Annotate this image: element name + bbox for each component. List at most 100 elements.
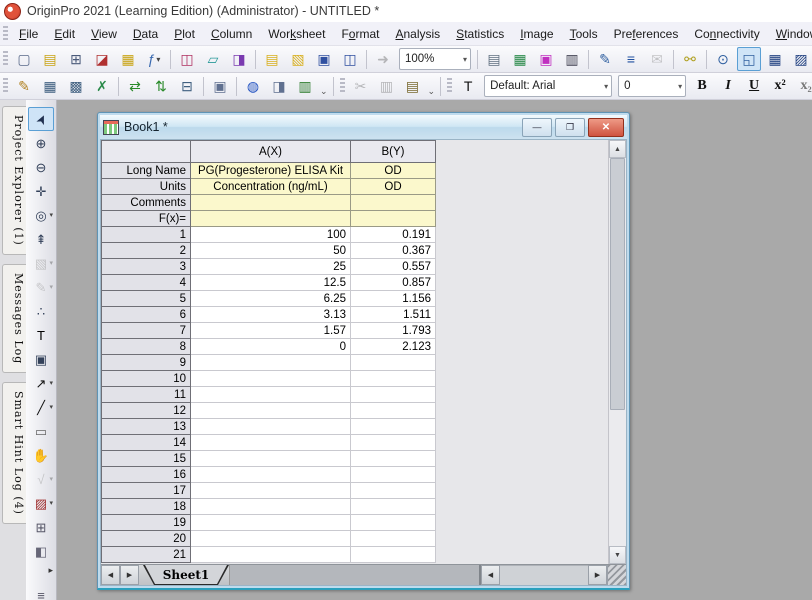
cell-b[interactable]: 1.793 — [351, 323, 436, 339]
cell-b[interactable]: 2.123 — [351, 339, 436, 355]
image-mode-icon[interactable]: ▣ — [534, 47, 558, 71]
menu-tools[interactable]: Tools — [562, 24, 606, 44]
arrow-tool-icon[interactable]: ↗▾ — [28, 371, 54, 395]
new-workbook-icon[interactable]: ⊞ — [64, 47, 88, 71]
print-icon[interactable]: ▤ — [482, 47, 506, 71]
new-project-icon[interactable]: ▢ — [12, 47, 36, 71]
tab-scroll-right-icon[interactable]: ▶ — [120, 565, 139, 585]
meta-cell-a[interactable]: Concentration (ng/mL) — [191, 179, 351, 195]
cell-b[interactable]: 0.191 — [351, 227, 436, 243]
tab-messages-log[interactable]: Messages Log — [2, 264, 26, 373]
row-number[interactable]: 19 — [102, 515, 191, 531]
data-reader-icon[interactable]: ◎▾ — [28, 203, 54, 227]
cell-a[interactable]: 3.13 — [191, 307, 351, 323]
cell-a[interactable] — [191, 451, 351, 467]
row-number[interactable]: 7 — [102, 323, 191, 339]
cell-a[interactable] — [191, 467, 351, 483]
line-tool-icon[interactable]: ╱▾ — [28, 395, 54, 419]
duplicate-book-icon[interactable]: ▣ — [208, 74, 232, 98]
cell-b[interactable] — [351, 387, 436, 403]
insert-graph-icon[interactable]: ▨▾ — [28, 491, 54, 515]
row-number[interactable]: 15 — [102, 451, 191, 467]
column-header-b[interactable]: B(Y) — [351, 141, 436, 163]
row-label[interactable]: F(x)= — [102, 211, 191, 227]
sheet1-tab[interactable]: Sheet1 — [143, 565, 229, 585]
row-number[interactable]: 5 — [102, 291, 191, 307]
new-graph-icon[interactable]: ◪ — [90, 47, 114, 71]
row-number[interactable]: 18 — [102, 499, 191, 515]
screen-reader-icon[interactable]: ✛ — [28, 179, 54, 203]
menu-column[interactable]: Column — [203, 24, 260, 44]
toolbar-overflow-icon[interactable]: ⌄ — [320, 86, 328, 99]
layout-lines-icon[interactable]: ≡ — [619, 47, 643, 71]
underline-button[interactable]: U — [742, 74, 766, 98]
row-number[interactable]: 6 — [102, 307, 191, 323]
row-label[interactable]: Comments — [102, 195, 191, 211]
row-number[interactable]: 10 — [102, 371, 191, 387]
cell-b[interactable] — [351, 515, 436, 531]
size-combo[interactable]: 0▾ — [618, 75, 686, 97]
draw-data-icon[interactable]: ✎▾ — [28, 275, 54, 299]
menu-file[interactable]: File — [11, 24, 46, 44]
new-notes-icon[interactable]: ▱ — [201, 47, 225, 71]
row-number[interactable]: 1 — [102, 227, 191, 243]
meta-cell-b[interactable] — [351, 195, 436, 211]
row-number[interactable]: 11 — [102, 387, 191, 403]
menu-edit[interactable]: Edit — [46, 24, 83, 44]
toolbar-grip[interactable] — [447, 78, 452, 94]
cell-b[interactable]: 0.367 — [351, 243, 436, 259]
book1-titlebar[interactable]: Book1 * — ❐ ✕ — [100, 115, 627, 139]
export-worksheet-icon[interactable]: ⊟ — [175, 74, 199, 98]
row-number[interactable]: 16 — [102, 467, 191, 483]
slide-view-icon[interactable]: ▦ — [508, 47, 532, 71]
scroll-up-icon[interactable]: ▲ — [609, 140, 626, 158]
cell-b[interactable] — [351, 467, 436, 483]
meta-cell-b[interactable]: OD — [351, 163, 436, 179]
cell-a[interactable] — [191, 355, 351, 371]
minimize-button[interactable]: — — [522, 118, 552, 137]
rectangle-corners-icon[interactable]: ▣ — [28, 347, 54, 371]
web-import-icon[interactable]: ◍ — [241, 74, 265, 98]
import-wizard-icon[interactable]: ✎ — [12, 74, 36, 98]
run-script-icon[interactable]: ➜ — [371, 47, 395, 71]
import-multi-ascii-icon[interactable]: ▩ — [64, 74, 88, 98]
zoom-out-tool-icon[interactable]: ⊖ — [28, 155, 54, 179]
cell-b[interactable] — [351, 419, 436, 435]
row-number[interactable]: 12 — [102, 403, 191, 419]
menu-statistics[interactable]: Statistics — [448, 24, 512, 44]
new-layout-icon[interactable]: ◫ — [175, 47, 199, 71]
cell-a[interactable] — [191, 499, 351, 515]
subscript-button[interactable]: x₂ — [794, 74, 812, 98]
import-ascii-icon[interactable]: ▦ — [38, 74, 62, 98]
email-icon[interactable]: ✉ — [645, 47, 669, 71]
row-number[interactable]: 20 — [102, 531, 191, 547]
menu-view[interactable]: View — [83, 24, 125, 44]
open-icon[interactable]: ▤ — [260, 47, 284, 71]
close-button[interactable]: ✕ — [588, 118, 624, 137]
cell-b[interactable] — [351, 403, 436, 419]
cell-b[interactable] — [351, 435, 436, 451]
pointer-tool-icon[interactable]: ➤ — [28, 107, 54, 131]
save-icon[interactable]: ▣ — [312, 47, 336, 71]
menu-preferences[interactable]: Preferences — [606, 24, 687, 44]
vertical-scrollbar[interactable]: ▲ ▼ — [608, 140, 626, 564]
toolbar1-grip[interactable] — [3, 51, 8, 67]
row-number[interactable]: 13 — [102, 419, 191, 435]
reimport-direct-icon[interactable]: ⇄ — [123, 74, 147, 98]
row-number[interactable]: 2 — [102, 243, 191, 259]
menu-analysis[interactable]: Analysis — [387, 24, 448, 44]
menu-connectivity[interactable]: Connectivity — [686, 24, 767, 44]
meta-cell-a[interactable]: PG(Progesterone) ELISA Kit — [191, 163, 351, 179]
bold-button[interactable]: B — [690, 74, 714, 98]
text-tool-icon[interactable]: T — [28, 323, 54, 347]
view-table-icon[interactable]: ▦ — [763, 47, 787, 71]
format-text-icon[interactable]: T — [456, 74, 480, 98]
column-header-a[interactable]: A(X) — [191, 141, 351, 163]
hscroll-left-icon[interactable]: ◀ — [481, 565, 500, 585]
row-number[interactable]: 3 — [102, 259, 191, 275]
cell-a[interactable] — [191, 547, 351, 563]
horizontal-scroll-track[interactable] — [500, 565, 588, 585]
vertical-scroll-thumb[interactable] — [610, 158, 625, 410]
video-icon[interactable]: ▥ — [560, 47, 584, 71]
reimport-icon[interactable]: ⇅ — [149, 74, 173, 98]
